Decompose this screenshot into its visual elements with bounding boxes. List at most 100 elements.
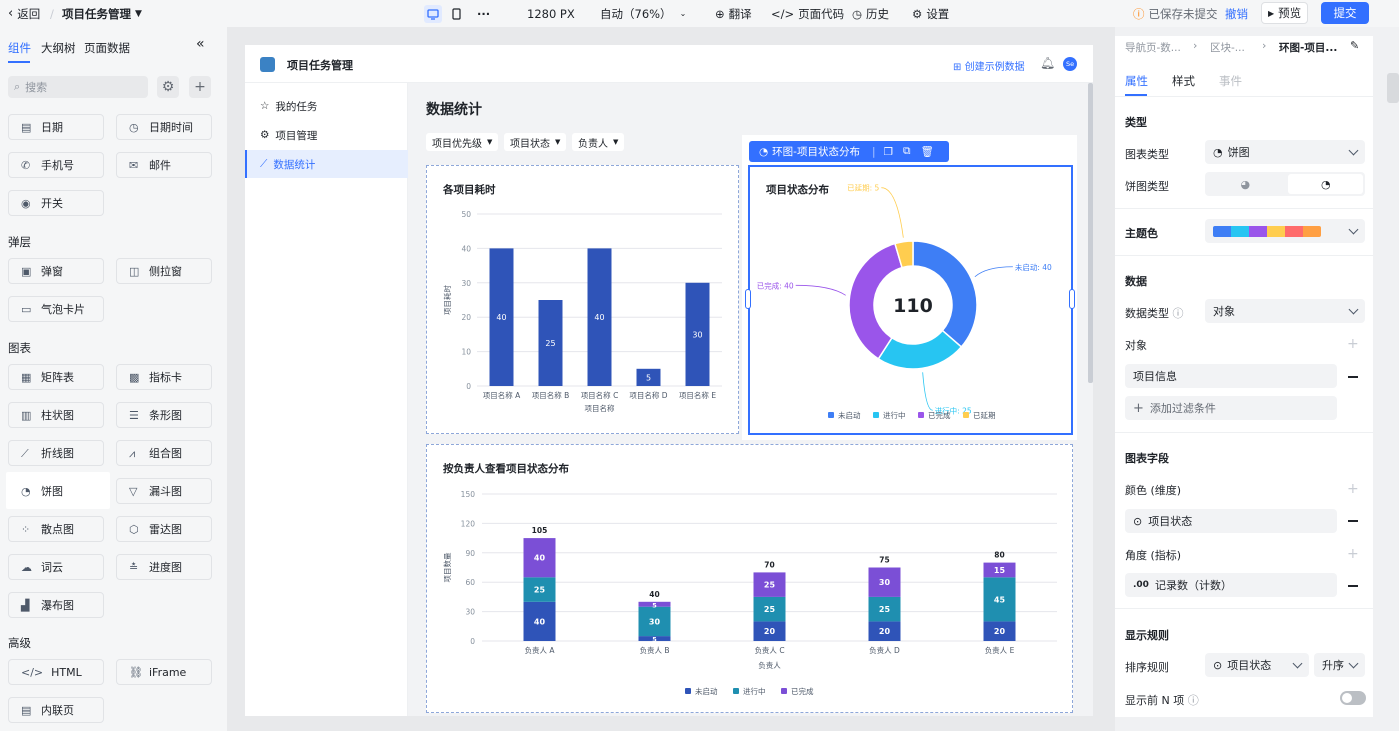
- nav-statistics[interactable]: ⟋ 数据统计: [245, 150, 408, 178]
- total-label: 75: [879, 556, 889, 565]
- donut-option[interactable]: ◔: [1288, 174, 1363, 194]
- mobile-view-button[interactable]: [452, 5, 461, 22]
- comp-iframe[interactable]: ⛓ iFrame: [116, 659, 212, 685]
- tab-components[interactable]: 组件: [8, 40, 31, 56]
- comp-switch[interactable]: ◉ 开关: [8, 190, 104, 216]
- history-button[interactable]: ◷ 历史: [852, 5, 889, 22]
- desktop-view-button[interactable]: [424, 5, 442, 23]
- angle-metric-field[interactable]: .00 记录数（计数）: [1125, 573, 1337, 597]
- card-project-duration[interactable]: 各项目耗时 0 10 20 30 40 50 项目耗时 40 项目名称 A 25 项目名称 B 40 项…: [426, 165, 739, 434]
- divider: [1115, 255, 1373, 256]
- zoom-select[interactable]: 自动（76%） ⌄: [600, 5, 686, 22]
- card-status-by-owner[interactable]: 按负责人查看项目状态分布 0 30 60 90 120 150 项目数量 40 25 40 105 负…: [426, 444, 1073, 713]
- comp-metric[interactable]: ▩ 指标卡: [116, 364, 212, 390]
- search-input[interactable]: ⌕ 搜索: [8, 76, 148, 98]
- sort-field-select[interactable]: ⊙ 项目状态: [1205, 653, 1309, 677]
- save-status-text: 已保存未提交: [1148, 6, 1218, 21]
- nav-project-management[interactable]: ⚙ 项目管理: [245, 121, 408, 149]
- tab-style[interactable]: 样式: [1172, 73, 1195, 89]
- comp-waterfall[interactable]: ▟ 瀑布图: [8, 592, 104, 618]
- sort-order-select[interactable]: 升序: [1314, 653, 1365, 677]
- comp-dialog[interactable]: ▣ 弹窗: [8, 258, 104, 284]
- back-button[interactable]: ‹ 返回: [8, 5, 40, 22]
- resize-handle-right[interactable]: [1069, 289, 1075, 309]
- comp-datetime[interactable]: ◷ 日期时间: [116, 114, 212, 140]
- remove-icon[interactable]: [1348, 585, 1358, 587]
- comp-email[interactable]: ✉ 邮件: [116, 152, 212, 178]
- comp-line[interactable]: ⟋ 折线图: [8, 440, 104, 466]
- comp-label: 开关: [41, 197, 63, 210]
- translate-button[interactable]: ⊕ 翻译: [715, 5, 752, 22]
- tab-outline[interactable]: 大纲树: [41, 40, 76, 56]
- page-code-button[interactable]: </> 页面代码: [771, 5, 844, 22]
- comp-pie[interactable]: ◔ 饼图: [8, 478, 104, 504]
- collapse-icon[interactable]: «: [196, 36, 205, 52]
- object-field[interactable]: 项目信息: [1125, 364, 1337, 388]
- slice-label: 已延期: 5: [847, 183, 879, 193]
- comp-progress[interactable]: ≛ 进度图: [116, 554, 212, 580]
- comp-wordcloud[interactable]: ☁ 词云: [8, 554, 104, 580]
- comp-scatter[interactable]: ⁘ 散点图: [8, 516, 104, 542]
- width-select[interactable]: 1280 PX: [527, 5, 575, 22]
- comp-radar[interactable]: ⬡ 雷达图: [116, 516, 212, 542]
- remove-icon[interactable]: [1348, 376, 1358, 378]
- preview-button[interactable]: ▶ 预览: [1261, 2, 1309, 24]
- settings-icon[interactable]: ⚙: [157, 76, 179, 98]
- avatar[interactable]: Se: [1063, 57, 1077, 71]
- remove-icon[interactable]: [1348, 520, 1358, 522]
- add-icon[interactable]: +: [1347, 482, 1359, 496]
- tab-page-data[interactable]: 页面数据: [84, 40, 130, 56]
- pie-option[interactable]: ◕: [1207, 174, 1283, 194]
- nav-my-tasks[interactable]: ☆ 我的任务: [245, 92, 408, 120]
- tab-properties[interactable]: 属性: [1125, 73, 1148, 89]
- topn-toggle[interactable]: [1340, 691, 1366, 705]
- resize-handle-left[interactable]: [745, 289, 751, 309]
- theme-color-select[interactable]: [1205, 219, 1365, 243]
- panel-scroll-thumb[interactable]: [1387, 73, 1399, 103]
- comp-combo[interactable]: ⩘ 组合图: [116, 440, 212, 466]
- comp-drawer[interactable]: ◫ 侧拉窗: [116, 258, 212, 284]
- comp-column[interactable]: ▥ 柱状图: [8, 402, 104, 428]
- legend-label: 未启动: [838, 410, 861, 420]
- bell-icon[interactable]: 🔔︎: [1040, 56, 1055, 70]
- comp-phone[interactable]: ✆ 手机号: [8, 152, 104, 178]
- more-icon[interactable]: ···: [477, 5, 490, 22]
- color-dimension-field[interactable]: ⊙ 项目状态: [1125, 509, 1337, 533]
- comp-bar[interactable]: ☰ 条形图: [116, 402, 212, 428]
- stacked-bar-chart: 0 30 60 90 120 150 项目数量 40 25 40 105 负责人 A 5 30 5 40 负责人…: [442, 490, 1057, 696]
- x-tick-label: 项目名称 D: [629, 390, 667, 400]
- desktop-icon: [427, 8, 439, 20]
- edit-icon[interactable]: ✎: [1350, 39, 1359, 52]
- add-icon[interactable]: +: [1347, 337, 1359, 351]
- filter-status[interactable]: 项目状态 ▼: [504, 133, 567, 151]
- app-title-dropdown[interactable]: 项目任务管理 ▼: [62, 5, 142, 22]
- canvas-scrollbar[interactable]: [1088, 83, 1093, 383]
- data-type-select[interactable]: 对象: [1205, 299, 1365, 323]
- breadcrumb-item[interactable]: 导航页-数...: [1125, 40, 1181, 55]
- comp-matrix[interactable]: ▦ 矩阵表: [8, 364, 104, 390]
- comp-bubble[interactable]: ▭ 气泡卡片: [8, 296, 104, 322]
- delete-icon[interactable]: 🗑︎: [920, 145, 933, 158]
- comp-funnel[interactable]: ▽ 漏斗图: [116, 478, 212, 504]
- comp-inline[interactable]: ▤ 内联页: [8, 697, 104, 723]
- filter-owner[interactable]: 负责人 ▼: [572, 133, 625, 151]
- comp-html[interactable]: </> HTML: [8, 659, 104, 685]
- chart-type-select[interactable]: ◔ 饼图: [1205, 140, 1365, 164]
- submit-button[interactable]: 提交: [1321, 2, 1369, 24]
- copy-icon[interactable]: ❐: [884, 146, 893, 158]
- settings-button[interactable]: ⚙ 设置: [912, 5, 949, 22]
- comp-date[interactable]: ▤ 日期: [8, 114, 104, 140]
- tab-events[interactable]: 事件: [1219, 73, 1242, 89]
- add-icon[interactable]: +: [189, 76, 211, 98]
- right-strip: [1373, 27, 1399, 731]
- add-filter-button[interactable]: + 添加过滤条件: [1125, 396, 1337, 420]
- undo-button[interactable]: 撤销: [1225, 5, 1248, 22]
- create-sample-button[interactable]: ⊞ 创建示例数据: [953, 58, 1025, 73]
- card-project-status[interactable]: 项目状态分布 未启动: 40 进行中: 25 已完成: 40 已延期: 5 110 未启动…: [748, 165, 1073, 435]
- segment-value-label: 25: [534, 586, 546, 595]
- mobile-icon: [452, 7, 461, 20]
- breadcrumb-item[interactable]: 区块-...: [1210, 40, 1245, 55]
- add-icon[interactable]: +: [1347, 547, 1359, 561]
- filter-priority[interactable]: 项目优先级 ▼: [426, 133, 499, 151]
- duplicate-icon[interactable]: ⧉: [903, 145, 911, 158]
